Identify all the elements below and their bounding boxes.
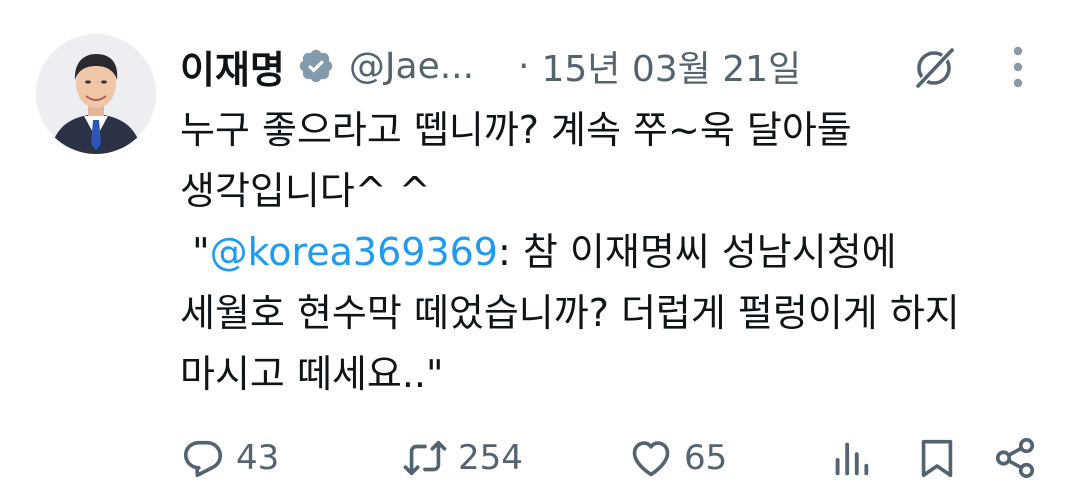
tweet-text-line: 생각입니다^ ^ xyxy=(180,169,431,213)
heart-icon xyxy=(632,441,670,477)
tweet-quote-line: "@korea369369: 참 이재명씨 성남시청에 xyxy=(180,222,1060,283)
action-bar: 43 254 65 xyxy=(180,428,1060,488)
separator-dot: · xyxy=(518,45,530,87)
tweet-text-line: 마시고 떼세요.." xyxy=(180,352,444,396)
retweet-count: 254 xyxy=(458,438,523,478)
tweet-header: 이재명 @Jae... · 15년 03월 21일 xyxy=(180,34,1060,98)
retweet-icon xyxy=(403,440,447,476)
bookmark-button[interactable] xyxy=(914,428,960,488)
share-button[interactable] xyxy=(992,428,1038,488)
share-icon xyxy=(995,437,1035,479)
retweet-button[interactable]: 254 xyxy=(402,428,523,488)
tweet-text: 누구 좋으라고 뗍니까? 계속 쭈~욱 달아둘 생각입니다^ ^ "@korea… xyxy=(180,100,1060,405)
display-name[interactable]: 이재명 xyxy=(180,39,285,94)
reply-button[interactable]: 43 xyxy=(180,428,279,488)
more-options-icon[interactable] xyxy=(1006,42,1030,92)
avatar-image xyxy=(36,34,156,154)
like-count: 65 xyxy=(684,438,728,478)
verified-badge-icon xyxy=(297,47,335,85)
like-button[interactable]: 65 xyxy=(628,428,727,488)
quote-text: : 참 이재명씨 성남시청에 xyxy=(497,230,897,274)
grok-icon[interactable] xyxy=(910,44,958,92)
tweet-text-line: 누구 좋으라고 뗍니까? 계속 쭈~욱 달아둘 xyxy=(180,108,852,152)
reply-icon xyxy=(183,440,223,478)
views-button[interactable] xyxy=(828,428,874,488)
tweet-date[interactable]: 15년 03월 21일 xyxy=(542,40,802,92)
mention-link[interactable]: @korea369369 xyxy=(210,230,498,274)
tweet-text-line: 세월호 현수막 떼었습니까? 더럽게 펄렁이게 하지 xyxy=(180,291,960,335)
avatar[interactable] xyxy=(36,34,156,154)
bookmark-icon xyxy=(921,439,953,478)
analytics-icon xyxy=(835,442,869,476)
reply-count: 43 xyxy=(236,438,280,478)
quote-mark: " xyxy=(180,230,210,274)
user-handle[interactable]: @Jae... xyxy=(349,46,474,87)
